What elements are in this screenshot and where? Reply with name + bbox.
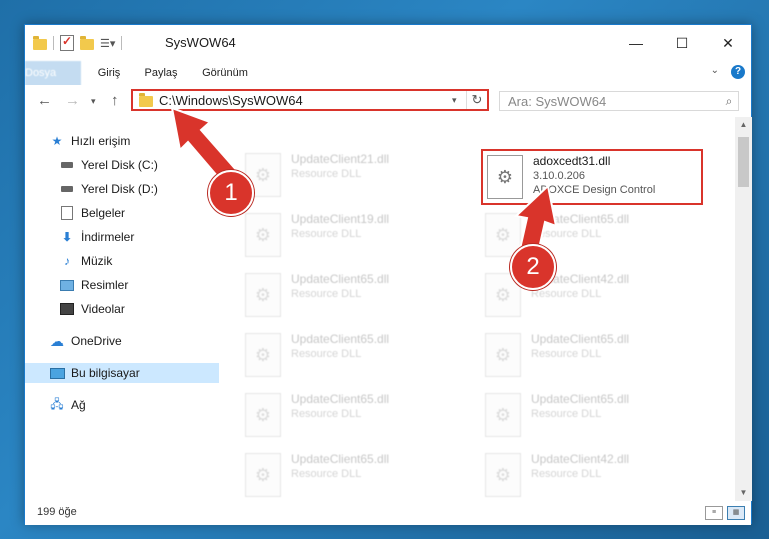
step-badge-1: 1	[208, 170, 254, 216]
step-badge-2: 2	[510, 244, 556, 290]
annotation-overlay	[170, 106, 558, 264]
